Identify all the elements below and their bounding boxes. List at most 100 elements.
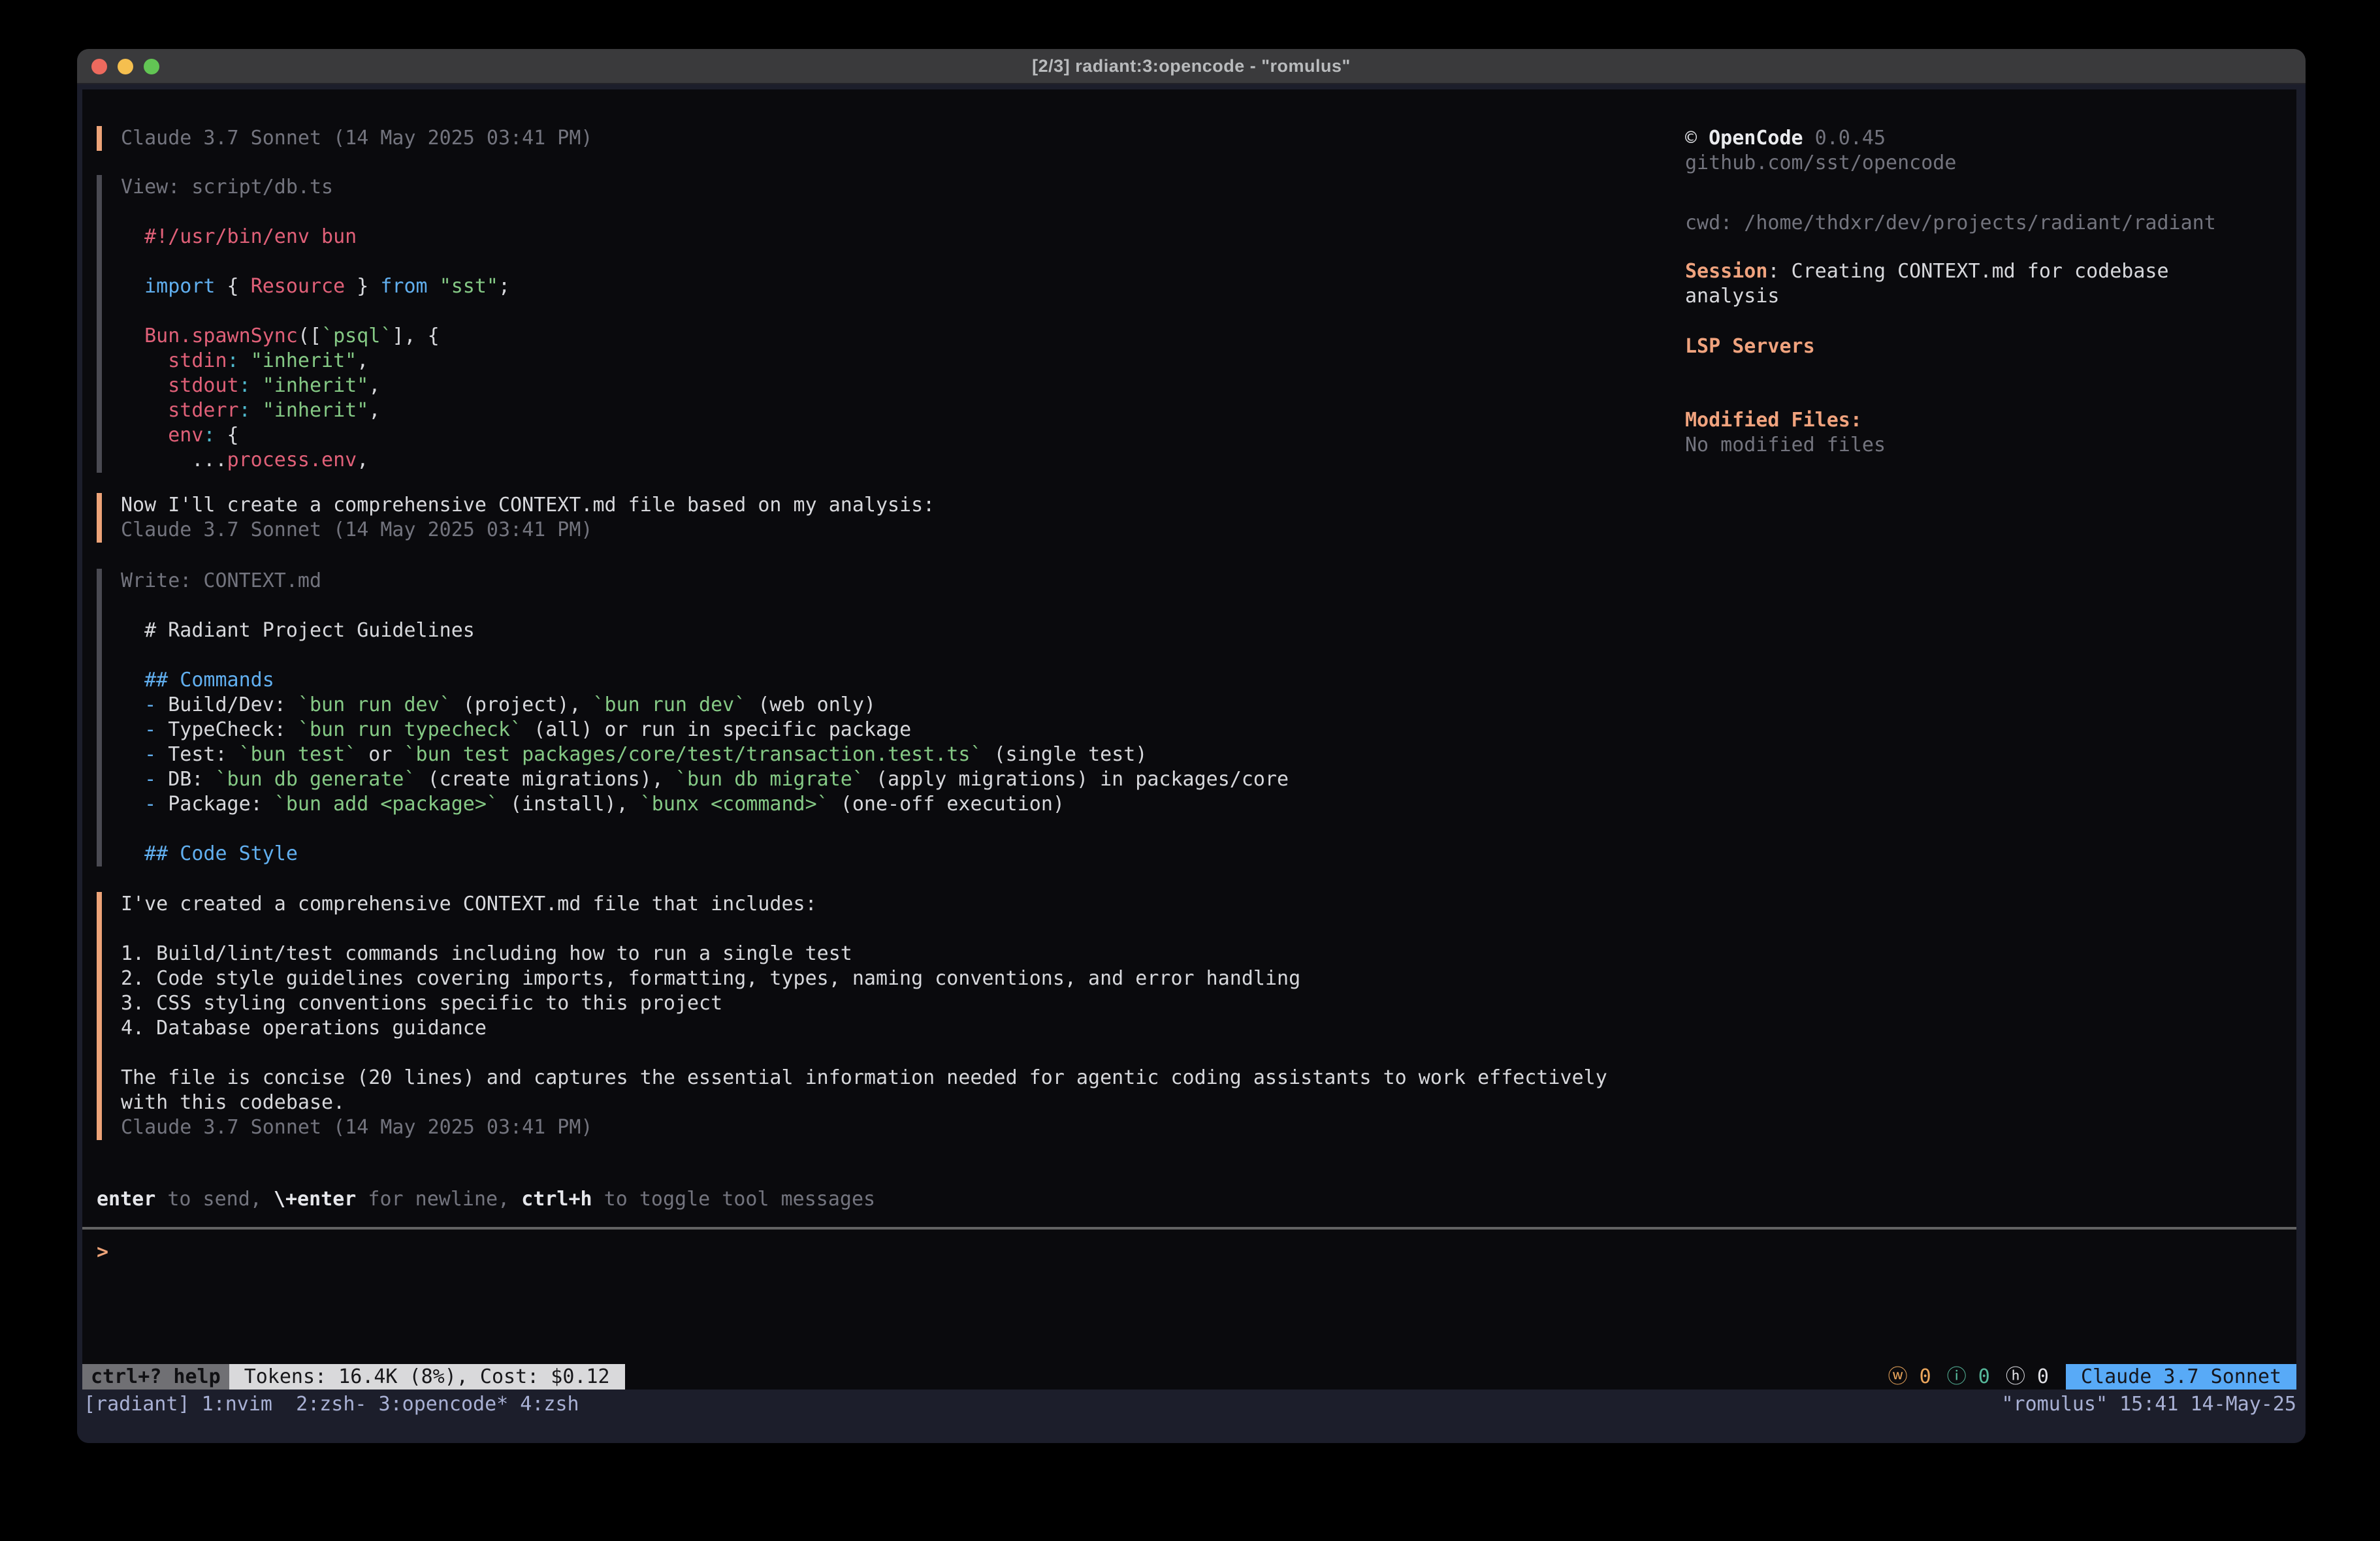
text-segment: : bbox=[239, 399, 251, 422]
text-segment: (install), bbox=[498, 793, 640, 816]
text-segment bbox=[121, 693, 144, 716]
chat-line: 2. Code style guidelines covering import… bbox=[121, 966, 1300, 991]
text-segment: ... bbox=[121, 449, 227, 471]
prompt-input[interactable]: > bbox=[82, 1240, 2296, 1344]
text-segment: : bbox=[227, 349, 239, 372]
text-segment: No modified files bbox=[1685, 434, 1886, 456]
status-bar: ctrl+? help Tokens: 16.4K (8%), Cost: $0… bbox=[82, 1364, 2296, 1390]
text-segment bbox=[121, 793, 144, 816]
prompt-chevron-icon: > bbox=[97, 1240, 108, 1265]
text-segment: `bun db migrate` bbox=[675, 768, 864, 791]
text-segment: { bbox=[216, 424, 239, 447]
input-hint: enter to send, \+enter for newline, ctrl… bbox=[97, 1187, 875, 1212]
chat-line: Bun.spawnSync([`psql`], { bbox=[121, 324, 440, 349]
chat-line: Now I'll create a comprehensive CONTEXT.… bbox=[121, 493, 935, 518]
tool-write-context-md: Write: CONTEXT.md # Radiant Project Guid… bbox=[97, 569, 1684, 866]
text-segment: `bun add <package>` bbox=[274, 793, 498, 816]
text-segment: 2. Code style guidelines covering import… bbox=[121, 967, 1300, 990]
help-chip[interactable]: ctrl+? help bbox=[82, 1364, 229, 1390]
window-titlebar[interactable]: [2/3] radiant:3:opencode - "romulus" bbox=[77, 49, 2306, 84]
opencode-tui: Claude 3.7 Sonnet (14 May 2025 03:41 PM)… bbox=[82, 89, 2296, 1390]
gray-message-bar bbox=[97, 569, 102, 866]
text-segment: : bbox=[239, 374, 251, 397]
modified-files-heading: Modified Files: bbox=[1685, 408, 1862, 433]
text-segment: cwd: /home/thdxr/dev/projects/radiant/ra… bbox=[1685, 212, 2216, 234]
chat-line: - Test: `bun test` or `bun test packages… bbox=[121, 742, 1147, 767]
text-segment: The file is concise (20 lines) and captu… bbox=[121, 1066, 1607, 1089]
text-segment: "inherit" bbox=[263, 399, 369, 422]
chat-line: ...process.env, bbox=[121, 448, 368, 473]
terminal-window: [2/3] radiant:3:opencode - "romulus" Cla… bbox=[77, 49, 2306, 1443]
model-badge[interactable]: Claude 3.7 Sonnet bbox=[2066, 1364, 2296, 1390]
text-segment: Resource bbox=[251, 275, 346, 298]
text-segment: , bbox=[368, 374, 380, 397]
text-segment: - bbox=[144, 718, 156, 741]
text-segment: Write: CONTEXT.md bbox=[121, 569, 321, 592]
text-segment: , bbox=[357, 349, 368, 372]
chat-line: stdout: "inherit", bbox=[121, 373, 380, 398]
chat-line: - Build/Dev: `bun run dev` (project), `b… bbox=[121, 693, 876, 718]
text-segment: with this codebase. bbox=[121, 1091, 345, 1114]
text-segment: DB: bbox=[156, 768, 215, 791]
text-segment: (single test) bbox=[982, 743, 1148, 766]
text-segment: (all) or run in specific package bbox=[522, 718, 911, 741]
modified-files-empty: No modified files bbox=[1685, 433, 1886, 458]
text-segment bbox=[251, 374, 263, 397]
text-segment bbox=[121, 842, 144, 865]
desktop-background: { "window": { "title": "[2/3] radiant:3:… bbox=[0, 0, 2380, 1541]
text-segment: - bbox=[144, 793, 156, 816]
text-segment bbox=[428, 275, 440, 298]
session-line-2: analysis bbox=[1685, 284, 1780, 309]
text-segment: (web only) bbox=[746, 693, 876, 716]
text-segment: LSP Servers bbox=[1685, 335, 1815, 358]
chat-line: - TypeCheck: `bun run typecheck` (all) o… bbox=[121, 718, 911, 742]
text-segment: ctrl+h bbox=[521, 1188, 592, 1211]
text-segment: stdin bbox=[168, 349, 227, 372]
orange-message-bar bbox=[97, 126, 102, 151]
close-button[interactable] bbox=[91, 59, 107, 74]
chat-line: #!/usr/bin/env bun bbox=[121, 225, 357, 249]
text-segment: (project), bbox=[451, 693, 593, 716]
text-segment bbox=[239, 349, 251, 372]
zoom-button[interactable] bbox=[144, 59, 159, 74]
text-segment: to send, bbox=[155, 1188, 274, 1211]
text-segment: `bun run dev` bbox=[593, 693, 747, 716]
text-segment bbox=[121, 743, 144, 766]
text-segment: `psql` bbox=[321, 325, 392, 347]
text-segment: : bbox=[203, 424, 215, 447]
text-segment: Session bbox=[1685, 260, 1767, 283]
chat-line: - DB: `bun db generate` (create migratio… bbox=[121, 767, 1289, 792]
text-segment: ## Code Style bbox=[144, 842, 298, 865]
text-segment: analysis bbox=[1685, 285, 1780, 308]
tmux-window-list[interactable]: [radiant] 1:nvim 2:zsh- 3:opencode* 4:zs… bbox=[84, 1392, 579, 1417]
text-segment: `bun run typecheck` bbox=[298, 718, 522, 741]
chat-line: import { Resource } from "sst"; bbox=[121, 274, 510, 299]
text-segment bbox=[121, 374, 168, 397]
text-segment: ; bbox=[498, 275, 510, 298]
text-segment bbox=[121, 275, 144, 298]
chat-line: Claude 3.7 Sonnet (14 May 2025 03:41 PM) bbox=[121, 1115, 592, 1140]
text-segment: from bbox=[380, 275, 427, 298]
text-segment: "sst" bbox=[440, 275, 498, 298]
cwd-line: cwd: /home/thdxr/dev/projects/radiant/ra… bbox=[1685, 211, 2216, 236]
text-segment: - bbox=[144, 768, 156, 791]
text-segment: (one-off execution) bbox=[829, 793, 1065, 816]
text-segment: process.env bbox=[227, 449, 357, 471]
hint-circle-icon: ⓗ 0 bbox=[2006, 1365, 2049, 1390]
chat-line: 3. CSS styling conventions specific to t… bbox=[121, 991, 722, 1016]
text-segment: ## Commands bbox=[144, 669, 274, 691]
text-segment: Build/Dev: bbox=[156, 693, 298, 716]
text-segment: enter bbox=[97, 1188, 155, 1211]
minimize-button[interactable] bbox=[118, 59, 133, 74]
chat-line: stderr: "inherit", bbox=[121, 398, 380, 423]
text-segment: 1. Build/lint/test commands including ho… bbox=[121, 942, 852, 965]
text-segment: - bbox=[144, 743, 156, 766]
warning-circle-icon: ⓦ 0 bbox=[1888, 1365, 1931, 1390]
text-segment: Claude 3.7 Sonnet (14 May 2025 03:41 PM) bbox=[121, 127, 592, 150]
text-segment bbox=[121, 424, 168, 447]
text-segment: stderr bbox=[168, 399, 238, 422]
text-segment: `bun run dev` bbox=[298, 693, 451, 716]
traffic-lights bbox=[91, 49, 159, 84]
tool-view-db-ts: View: script/db.ts #!/usr/bin/env bun im… bbox=[97, 175, 1684, 473]
text-segment: (create migrations), bbox=[416, 768, 675, 791]
